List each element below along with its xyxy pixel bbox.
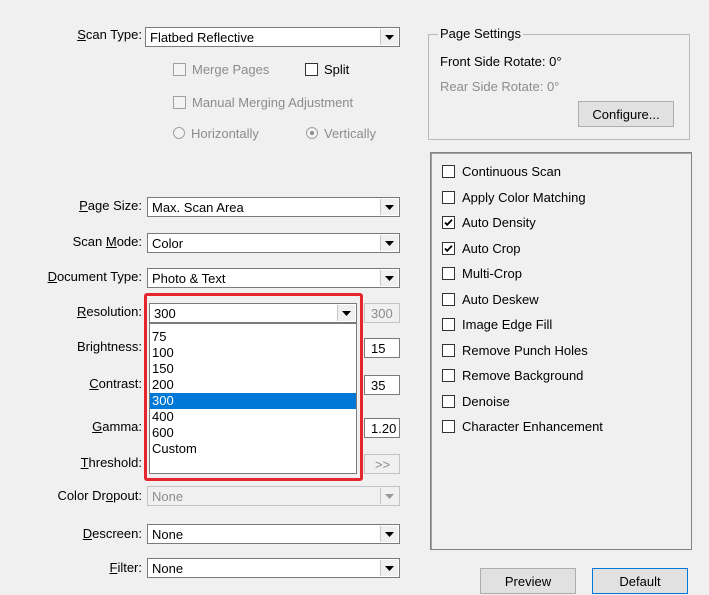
- option-label: Remove Punch Holes: [462, 343, 588, 358]
- horizontally-label: Horizontally: [191, 126, 259, 141]
- chevron-down-icon: [380, 526, 398, 542]
- option-checkbox[interactable]: [442, 293, 455, 306]
- chevron-down-icon: [380, 29, 398, 45]
- rear-side-rotate: Rear Side Rotate: 0°: [440, 79, 560, 94]
- checkmark-icon: [444, 219, 453, 227]
- default-button[interactable]: Default: [592, 568, 688, 594]
- option-checkbox[interactable]: [442, 395, 455, 408]
- gamma-value[interactable]: 1.20: [364, 418, 400, 438]
- chevron-down-icon: [380, 199, 398, 215]
- option-checkbox[interactable]: [442, 165, 455, 178]
- option-label: Multi-Crop: [462, 266, 522, 281]
- option-label: Denoise: [462, 394, 510, 409]
- option-label: Character Enhancement: [462, 419, 603, 434]
- option-checkbox[interactable]: [442, 344, 455, 357]
- threshold-label: Threshold:: [80, 455, 142, 470]
- descreen-label: Descreen:: [82, 526, 142, 541]
- option-checkbox[interactable]: [442, 242, 455, 255]
- front-side-rotate: Front Side Rotate: 0°: [440, 54, 562, 69]
- chevron-down-icon: [380, 488, 398, 504]
- configure-button[interactable]: Configure...: [578, 101, 674, 127]
- page-size-value: Max. Scan Area: [152, 200, 244, 215]
- resolution-readout: 300: [364, 303, 400, 323]
- filter-label: Filter:: [109, 560, 142, 575]
- brightness-label: Brightness:: [76, 339, 142, 354]
- option-label: Image Edge Fill: [462, 317, 553, 332]
- option-label: Continuous Scan: [462, 164, 562, 179]
- option-label: Apply Color Matching: [462, 190, 586, 205]
- color-dropout-value: None: [152, 489, 184, 504]
- scan-mode-dropdown[interactable]: Color: [147, 233, 400, 253]
- contrast-value[interactable]: 35: [364, 375, 400, 395]
- manual-merging-label: Manual Merging Adjustment: [192, 95, 354, 110]
- option-checkbox[interactable]: [442, 420, 455, 433]
- vertically-radio[interactable]: [306, 127, 318, 139]
- option-checkbox[interactable]: [442, 267, 455, 280]
- preview-button[interactable]: Preview: [480, 568, 576, 594]
- document-type-value: Photo & Text: [152, 271, 226, 286]
- horizontally-radio[interactable]: [173, 127, 185, 139]
- scan-mode-label: Scan Mode:: [72, 234, 142, 249]
- option-label: Remove Background: [462, 368, 584, 383]
- merge-pages-label: Merge Pages: [192, 62, 270, 77]
- chevron-down-icon: [380, 270, 398, 286]
- chevron-down-icon: [380, 560, 398, 576]
- scan-type-label: Scan Type:: [77, 27, 142, 42]
- filter-dropdown[interactable]: None: [147, 558, 400, 578]
- page-settings-title: Page Settings: [438, 26, 523, 41]
- option-label: Auto Crop: [462, 241, 521, 256]
- page-size-label: Page Size:: [79, 198, 142, 213]
- contrast-label: Contrast:: [89, 376, 142, 391]
- split-label: Split: [324, 62, 350, 77]
- option-label: Auto Deskew: [462, 292, 539, 307]
- descreen-value: None: [152, 527, 184, 542]
- vertically-label: Vertically: [324, 126, 377, 141]
- option-checkbox[interactable]: [442, 318, 455, 331]
- page-size-dropdown[interactable]: Max. Scan Area: [147, 197, 400, 217]
- manual-merging-checkbox[interactable]: [173, 96, 186, 109]
- color-dropout-label: Color Dropout:: [57, 488, 142, 503]
- option-checkbox[interactable]: [442, 216, 455, 229]
- split-checkbox[interactable]: [305, 63, 318, 76]
- resolution-label: Resolution:: [76, 304, 142, 319]
- color-dropout-dropdown[interactable]: None: [147, 486, 400, 506]
- document-type-label: Document Type:: [47, 269, 142, 284]
- gamma-label: Gamma:: [92, 419, 142, 434]
- option-checkbox[interactable]: [442, 191, 455, 204]
- descreen-dropdown[interactable]: None: [147, 524, 400, 544]
- highlight-frame: [144, 293, 363, 481]
- document-type-dropdown[interactable]: Photo & Text: [147, 268, 400, 288]
- scan-type-dropdown[interactable]: Flatbed Reflective: [145, 27, 400, 47]
- checkmark-icon: [444, 245, 453, 253]
- filter-value: None: [152, 561, 184, 576]
- brightness-value[interactable]: 15: [364, 338, 400, 358]
- option-checkbox[interactable]: [442, 369, 455, 382]
- chevron-down-icon: [380, 235, 398, 251]
- scan-mode-value: Color: [152, 236, 184, 251]
- option-label: Auto Density: [462, 215, 536, 230]
- threshold-more-button[interactable]: >>: [364, 454, 400, 474]
- scan-type-value: Flatbed Reflective: [150, 30, 255, 45]
- merge-pages-checkbox[interactable]: [173, 63, 186, 76]
